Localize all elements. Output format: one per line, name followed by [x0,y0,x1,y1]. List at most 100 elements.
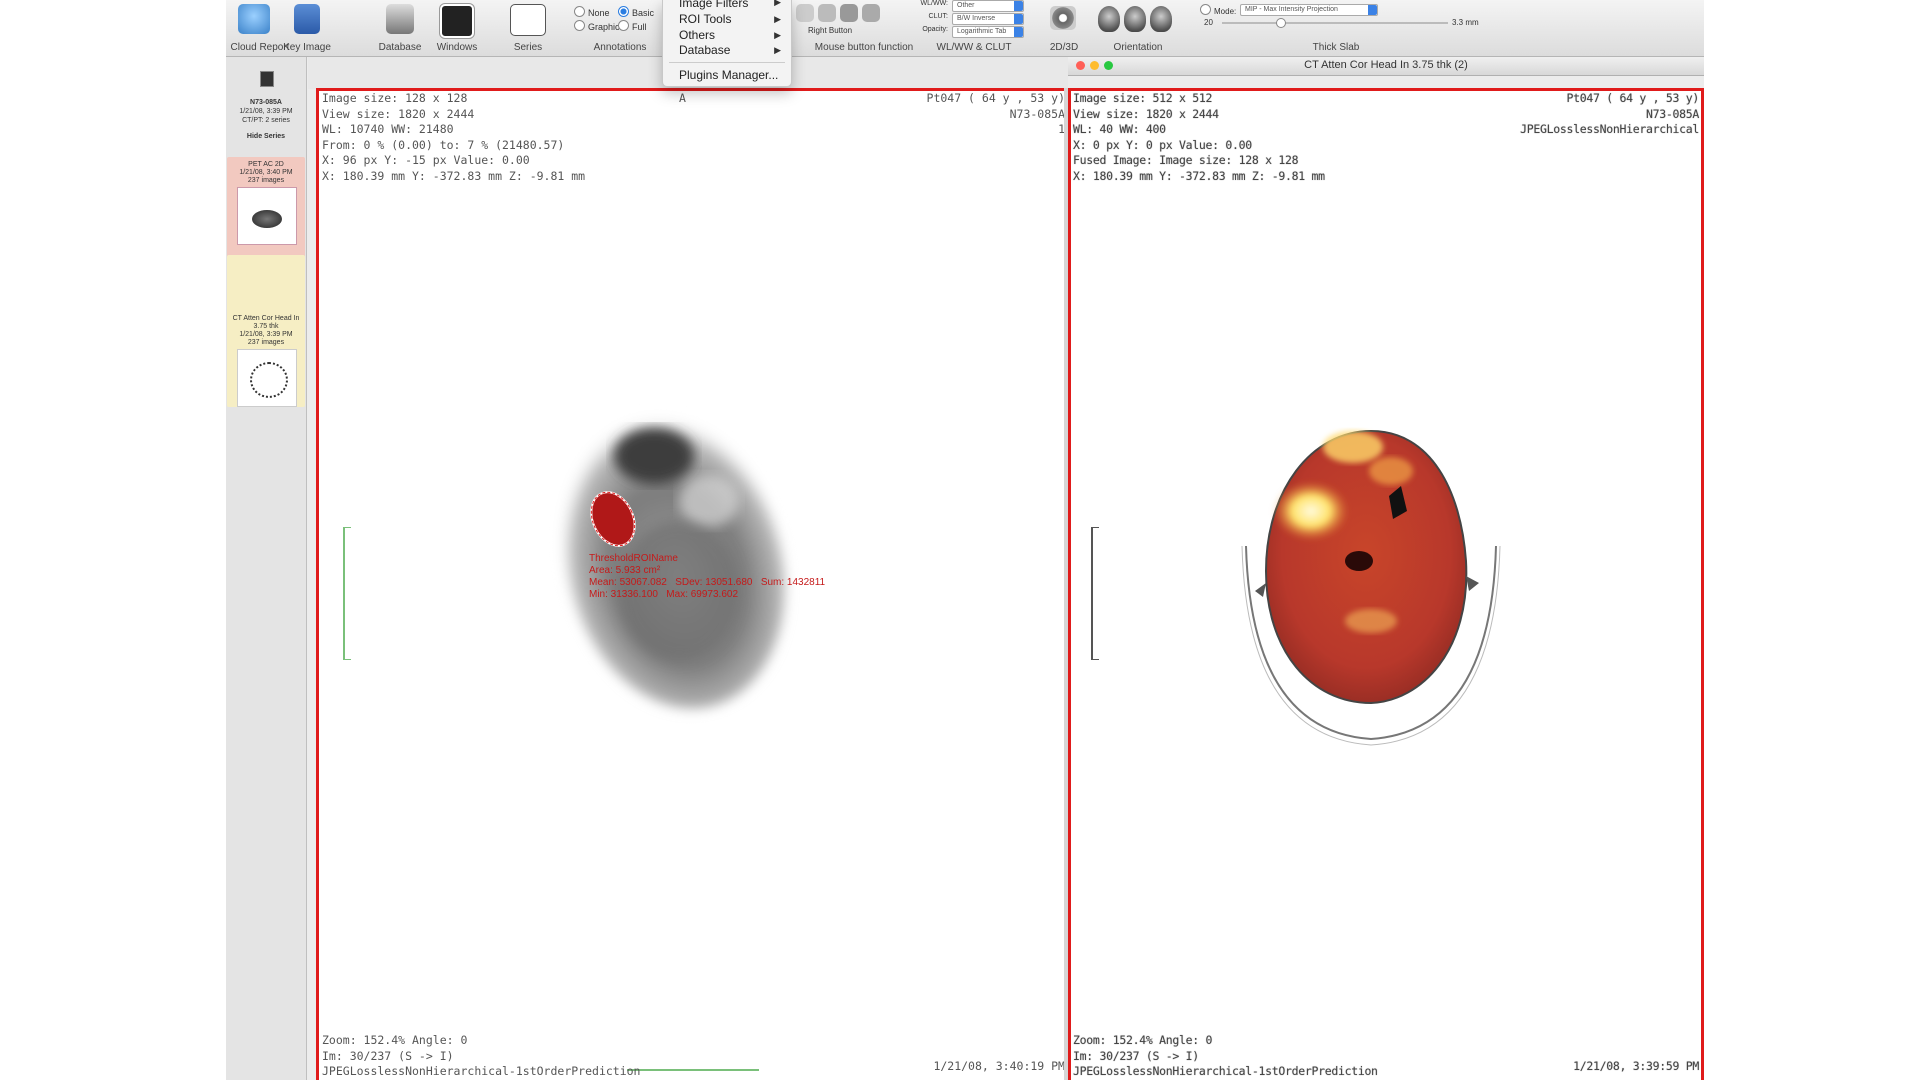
rotate-icon[interactable] [818,4,836,22]
hide-series-button[interactable]: Hide Series [226,133,306,141]
wlww-value: Other [957,2,975,9]
roi-min: Min: 31336.100 [589,589,658,600]
key-image-label: Key Image [283,42,331,53]
ct-fused-viewer[interactable]: Image size: 512 x 512 View size: 1820 x … [1068,88,1704,1080]
overlay-line: JPEGLosslessNonHierarchical-1stOrderPred… [1073,1064,1378,1078]
menu-item-plugins-manager[interactable]: Plugins Manager... [679,68,778,82]
zoom-icon[interactable] [796,4,814,22]
sagittal-head-icon[interactable] [1150,6,1172,32]
database-button[interactable]: Database [376,0,426,56]
axial-head-icon[interactable] [1098,6,1120,32]
menu-item-roi-tools[interactable]: ROI Tools [679,12,731,26]
coronal-head-icon[interactable] [1124,6,1146,32]
menu-item-others[interactable]: Others [679,28,715,42]
key-image-button[interactable]: Key Image [283,0,336,56]
series-card-ct[interactable]: CT Atten Cor Head In 3.75 thk 1/21/08, 3… [227,255,305,407]
slab-mode-select[interactable]: MIP - Max Intensity Projection [1240,4,1378,16]
series-date: 1/21/08, 3:39 PM [239,331,293,338]
series-button[interactable]: Series [498,0,560,56]
radio-selected-icon [618,6,629,17]
series-layout-icon [510,4,546,36]
acquisition-datetime: 1/21/08, 3:40:19 PM [933,1059,1065,1073]
submenu-arrow-icon: ▶ [774,45,781,55]
annotation-graphic-radio[interactable]: Graphic [574,20,620,32]
viewer-splitter[interactable] [1064,88,1068,1080]
windows-button[interactable]: Windows [426,0,488,56]
eraser-icon[interactable] [840,4,858,22]
orientation-group: Orientation [1094,0,1190,56]
roi-mean: Mean: 53067.082 [589,577,667,588]
overlay-line: Zoom: 152.4% Angle: 0 [1073,1033,1213,1047]
opacity-value: Logarithmic Tab [957,28,1007,35]
roi-stats-label[interactable]: ThresholdROIName Area: 5.933 cm² Mean: 5… [589,553,825,601]
annotations-group: None Graphic Basic Full Annotations [566,0,666,56]
slab-mode-caption: Mode: [1200,4,1236,16]
twod3d-button[interactable]: 2D/3D [1044,0,1084,56]
series-title: CT Atten Cor Head In 3.75 thk [232,315,300,330]
series-title: PET AC 2D [248,161,284,168]
slab-mode-value: MIP - Max Intensity Projection [1245,6,1338,13]
annotation-none-label: None [588,8,610,18]
overlay-line: Zoom: 152.4% Angle: 0 [322,1033,468,1047]
opacity-select[interactable]: Logarithmic Tab [952,26,1024,38]
wlww-select[interactable]: Other [952,0,1024,12]
annotation-full-radio[interactable]: Full [618,20,647,32]
right-bottom-right-overlay: 1/21/08, 3:39:59 PM [1573,1059,1699,1075]
ct-window-titlebar[interactable]: CT Atten Cor Head In 3.75 thk (2) [1068,57,1704,76]
roi-min-row: Min: 31336.100 Max: 69973.602 [589,589,825,601]
right-bottom-overlay: Zoom: 152.4% Angle: 0 Im: 30/237 (S -> I… [1073,1033,1378,1080]
roi-name: ThresholdROIName [589,553,678,564]
cloud-icon [238,4,270,34]
key-image-icon [294,4,320,34]
radio-icon [574,6,585,17]
thick-slab-group: Mode: MIP - Max Intensity Projection 20 … [1196,0,1496,56]
right-button-label[interactable]: Right Button [808,26,852,35]
checkbox-icon[interactable] [1200,4,1211,15]
annotation-basic-label: Basic [632,8,655,18]
roi-sum: Sum: 1432811 [760,577,826,588]
roi-mean-row: Mean: 53067.082 SDev: 13051.680 Sum: 143… [589,577,825,589]
clut-caption: CLUT: [928,13,948,20]
osirix-window: Cloud Report Key Image Database Windows … [226,0,1704,1080]
left-bottom-overlay: Zoom: 152.4% Angle: 0 Im: 30/237 (S -> I… [322,1033,641,1080]
annotation-graphic-label: Graphic [588,22,620,32]
database-label: Database [378,42,422,53]
pet-viewer[interactable]: Image size: 128 x 128 View size: 1820 x … [316,88,1070,1080]
annotations-label: Annotations [593,42,647,53]
study-series-count: CT/PT: 2 series [242,117,290,124]
series-label: Series [513,42,543,53]
series-thumbnail [237,187,297,245]
study-id: N73-085A [250,99,282,106]
horizontal-scale-bar [627,1069,759,1071]
roi-max: Max: 69973.602 [666,589,739,600]
scale-tick [1091,527,1099,528]
slab-thickness-value: 3.3 mm [1452,18,1479,27]
slab-slider[interactable] [1222,22,1448,24]
study-icon [260,71,274,87]
clut-select[interactable]: B/W Inverse [952,13,1024,25]
wlww-clut-label: WL/WW & CLUT [936,42,1012,53]
menu-item-database[interactable]: Database [679,43,730,57]
radio-icon [618,20,629,31]
clut-value: B/W Inverse [957,15,996,22]
left-bottom-right-overlay: 1/21/08, 3:40:19 PM [933,1059,1065,1075]
scale-tick [343,527,351,528]
cloud-report-label: Cloud Report [230,42,290,53]
vertical-scale-bar [343,527,345,659]
windows-label: Windows [436,42,478,53]
opacity-caption: Opacity: [922,26,948,33]
measure-icon[interactable] [862,4,880,22]
roi-sdev: SDev: 13051.680 [675,577,753,588]
slab-slider-knob[interactable] [1276,18,1286,28]
annotation-full-label: Full [632,22,647,32]
database-icon [386,4,414,34]
orientation-label: Orientation [1113,42,1163,53]
annotation-basic-radio[interactable]: Basic [618,6,654,18]
menu-item-image-filters[interactable]: Image Filters [679,0,748,10]
twod3d-label: 2D/3D [1049,42,1079,53]
radio-icon [574,20,585,31]
cloud-report-button[interactable]: Cloud Report [226,0,289,56]
series-thumbnail [237,349,297,407]
fused-ct-pet-image [1241,429,1501,746]
annotation-none-radio[interactable]: None [574,6,610,18]
